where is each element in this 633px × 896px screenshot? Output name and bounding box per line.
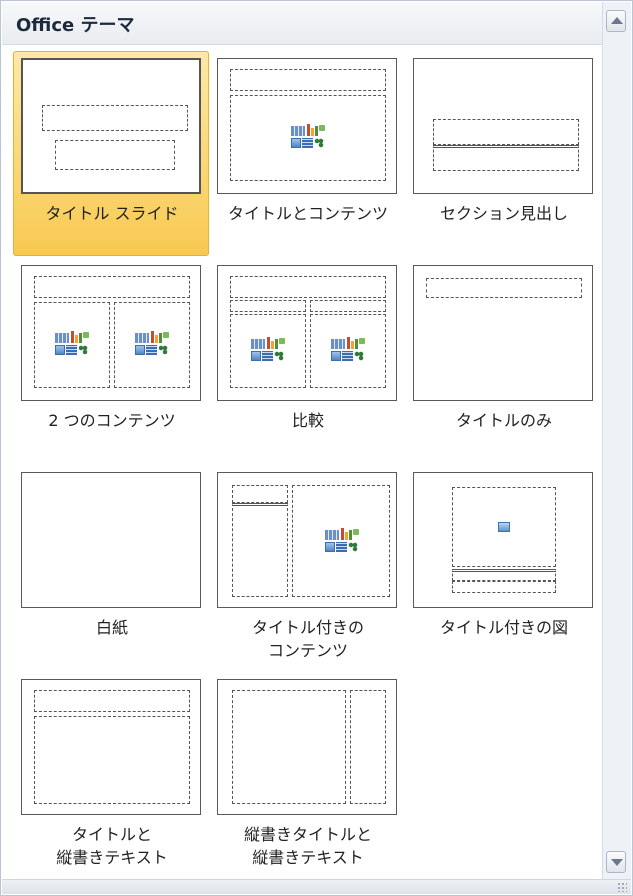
layout-thumbnail: [413, 58, 593, 194]
gallery-header: Office テーマ: [2, 2, 603, 45]
picture-icon: [498, 522, 510, 532]
title-placeholder: [230, 69, 386, 91]
subtitle-placeholder: [55, 140, 175, 170]
text-placeholder: [433, 145, 579, 171]
content-placeholder-left: [34, 302, 110, 388]
layout-label: タイトルとコンテンツ: [227, 204, 388, 223]
layout-label: 2 つのコンテンツ: [48, 411, 176, 430]
layout-thumbnail: [217, 679, 397, 815]
layout-tile-two-content[interactable]: 2 つのコンテンツ: [13, 258, 209, 463]
content-icon: [331, 337, 365, 363]
title-placeholder: [452, 569, 556, 581]
layout-thumbnail: [217, 472, 397, 608]
layout-label: セクション見出し: [439, 204, 568, 223]
gallery-footer: [2, 879, 631, 894]
heading-placeholder-left: [230, 300, 306, 312]
layout-tile-title-slide[interactable]: タイトル スライド: [13, 51, 209, 256]
layout-gallery-panel: Office テーマ タイトル スライド タイトルとコンテンツ セクション見出し: [0, 0, 633, 896]
layout-label: タイトル付きの コンテンツ: [251, 618, 364, 660]
text-placeholder: [452, 581, 556, 593]
vertical-text-placeholder: [34, 716, 190, 804]
content-placeholder-right: [114, 302, 190, 388]
layout-tile-vertical-title-and-text[interactable]: 縦書きタイトルと 縦書きテキスト: [209, 672, 405, 877]
layout-tile-section-header[interactable]: セクション見出し: [405, 51, 601, 256]
content-placeholder-right: [310, 314, 386, 388]
layout-tile-content-with-caption[interactable]: タイトル付きの コンテンツ: [209, 465, 405, 670]
content-icon: [55, 331, 89, 357]
content-placeholder: [230, 95, 386, 181]
gallery-title: Office テーマ: [16, 15, 135, 36]
content-placeholder-left: [230, 314, 306, 388]
title-placeholder: [42, 105, 188, 131]
layout-tile-title-only[interactable]: タイトルのみ: [405, 258, 601, 463]
layout-label: タイトルのみ: [455, 411, 552, 430]
layout-thumbnail: [21, 58, 201, 194]
layout-thumbnail: [413, 265, 593, 401]
resize-grip-icon[interactable]: [617, 882, 627, 892]
vertical-text-placeholder: [232, 690, 346, 804]
picture-placeholder: [452, 487, 556, 567]
layout-tile-comparison[interactable]: 比較: [209, 258, 405, 463]
layout-label: タイトル スライド: [45, 204, 179, 223]
vertical-title-placeholder: [350, 690, 386, 804]
layout-thumbnail: [413, 472, 593, 608]
layout-thumbnail: [21, 265, 201, 401]
title-placeholder: [34, 276, 190, 298]
title-placeholder: [34, 690, 190, 712]
title-placeholder: [232, 485, 288, 503]
layout-tile-title-and-vertical-text[interactable]: タイトルと 縦書きテキスト: [13, 672, 209, 877]
layout-thumbnail: [21, 679, 201, 815]
content-placeholder: [292, 485, 390, 597]
content-icon: [291, 124, 325, 150]
scroll-down-button[interactable]: [606, 851, 626, 873]
layout-tile-blank[interactable]: 白紙: [13, 465, 209, 670]
layout-label: タイトル付きの図: [439, 618, 568, 637]
scroll-up-button[interactable]: [606, 10, 626, 32]
content-icon: [251, 337, 285, 363]
title-placeholder: [230, 276, 386, 298]
heading-placeholder-right: [310, 300, 386, 312]
layout-label: 比較: [291, 411, 324, 430]
content-icon: [325, 528, 359, 554]
text-placeholder: [232, 503, 288, 597]
layout-thumbnail: [217, 265, 397, 401]
layout-label: タイトルと 縦書きテキスト: [56, 825, 168, 867]
layout-label: 白紙: [95, 618, 128, 637]
layout-tile-title-and-content[interactable]: タイトルとコンテンツ: [209, 51, 405, 256]
title-placeholder: [426, 278, 582, 298]
triangle-up-icon: [611, 17, 623, 24]
layout-tile-picture-with-caption[interactable]: タイトル付きの図: [405, 465, 601, 670]
content-icon: [135, 331, 169, 357]
triangle-down-icon: [611, 859, 623, 866]
layout-label: 縦書きタイトルと 縦書きテキスト: [243, 825, 372, 867]
title-placeholder: [433, 119, 579, 145]
layout-thumbnail: [21, 472, 201, 608]
vertical-scrollbar[interactable]: [602, 2, 631, 882]
layout-thumbnail: [217, 58, 397, 194]
